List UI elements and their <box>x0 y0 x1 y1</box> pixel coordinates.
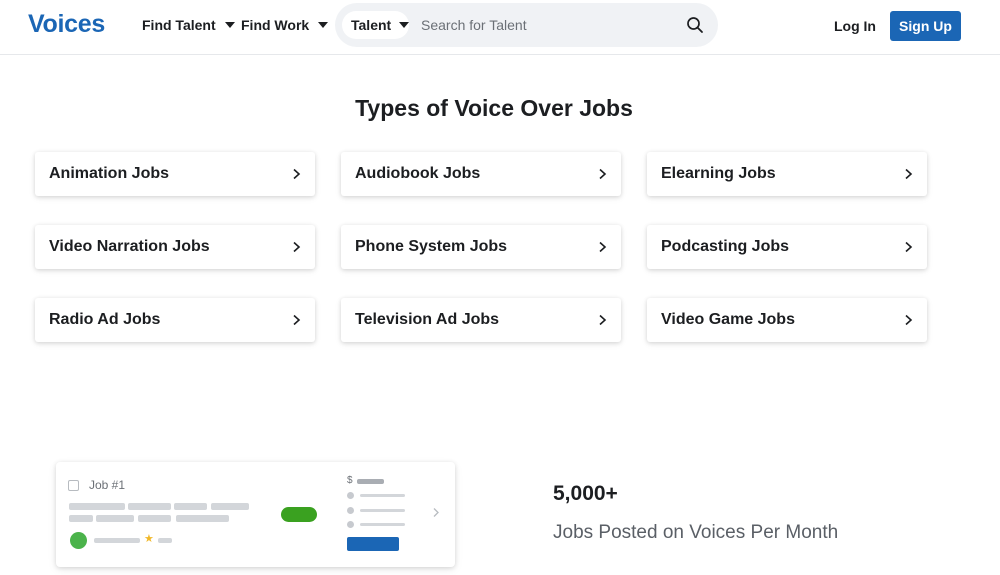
find-work-label: Find Work <box>241 17 310 33</box>
find-talent-label: Find Talent <box>142 17 216 33</box>
job-card-label: Animation Jobs <box>49 165 170 182</box>
jobs-posted-count: 5,000+ <box>553 482 618 505</box>
placeholder-line <box>69 503 125 510</box>
chevron-right-icon <box>905 241 913 253</box>
avatar-icon <box>70 532 87 549</box>
find-work-menu[interactable]: Find Work <box>241 17 329 33</box>
job-types-grid: Animation Jobs Audiobook Jobs Elearning … <box>35 152 928 342</box>
placeholder-line <box>128 503 171 510</box>
job-card-podcasting[interactable]: Podcasting Jobs <box>647 225 927 269</box>
job-card-audiobook[interactable]: Audiobook Jobs <box>341 152 621 196</box>
section-title: Types of Voice Over Jobs <box>355 95 633 121</box>
job-card-phone-system[interactable]: Phone System Jobs <box>341 225 621 269</box>
checkbox-icon <box>68 480 79 491</box>
placeholder-line <box>211 503 249 510</box>
voices-logo[interactable]: Voices <box>28 10 105 39</box>
placeholder-line <box>176 515 229 522</box>
chevron-right-icon <box>599 168 607 180</box>
placeholder-line <box>138 515 171 522</box>
placeholder-line <box>360 494 405 497</box>
job-card-elearning[interactable]: Elearning Jobs <box>647 152 927 196</box>
job-card-animation[interactable]: Animation Jobs <box>35 152 315 196</box>
placeholder-line <box>174 503 207 510</box>
chevron-right-icon <box>293 241 301 253</box>
job-card-label: Phone System Jobs <box>355 238 508 255</box>
login-link[interactable]: Log In <box>834 18 876 34</box>
job-card-label: Video Narration Jobs <box>49 238 210 255</box>
site-header: Voices Find Talent Find Work Talent Log … <box>0 0 1000 55</box>
chevron-down-icon <box>399 22 410 28</box>
jobs-posted-label: Jobs Posted on Voices Per Month <box>553 522 839 543</box>
bullet-icon <box>347 492 354 499</box>
chevron-right-icon <box>905 314 913 326</box>
placeholder-line <box>69 515 93 522</box>
job-card-label: Radio Ad Jobs <box>49 311 161 328</box>
status-pill <box>281 507 317 522</box>
job-card-label: Podcasting Jobs <box>661 238 790 255</box>
signup-button[interactable]: Sign Up <box>890 11 961 41</box>
chevron-right-icon <box>905 168 913 180</box>
bullet-icon <box>347 521 354 528</box>
chevron-right-icon <box>293 314 301 326</box>
chevron-down-icon <box>224 22 235 28</box>
placeholder-line <box>360 509 405 512</box>
search-icon[interactable] <box>686 16 704 34</box>
placeholder-line <box>96 515 134 522</box>
bullet-icon <box>347 507 354 514</box>
dollar-icon: $ <box>347 475 353 486</box>
job-card-video-game[interactable]: Video Game Jobs <box>647 298 927 342</box>
chevron-down-icon <box>318 22 329 28</box>
job-card-radio-ad[interactable]: Radio Ad Jobs <box>35 298 315 342</box>
chevron-right-icon <box>599 314 607 326</box>
job-card-television-ad[interactable]: Television Ad Jobs <box>341 298 621 342</box>
job-card-video-narration[interactable]: Video Narration Jobs <box>35 225 315 269</box>
job-card-label: Television Ad Jobs <box>355 311 500 328</box>
illustration-job-title: Job #1 <box>89 478 126 492</box>
placeholder-line <box>158 538 172 543</box>
chevron-right-icon <box>599 241 607 253</box>
placeholder-line <box>360 523 405 526</box>
find-talent-menu[interactable]: Find Talent <box>142 17 235 33</box>
chevron-right-icon <box>433 508 439 517</box>
placeholder-line <box>357 479 384 484</box>
chevron-right-icon <box>293 168 301 180</box>
job-posting-illustration: Job #1 ★ $ <box>56 462 455 567</box>
job-card-label: Audiobook Jobs <box>355 165 481 182</box>
search-type-select[interactable]: Talent <box>342 11 410 39</box>
placeholder-line <box>94 538 140 543</box>
search-type-label: Talent <box>351 17 392 33</box>
job-card-label: Video Game Jobs <box>661 311 795 328</box>
action-bar <box>347 537 399 551</box>
search-input[interactable] <box>421 15 671 35</box>
job-card-label: Elearning Jobs <box>661 165 776 182</box>
star-icon: ★ <box>144 533 154 545</box>
search-bar: Talent <box>335 3 718 47</box>
